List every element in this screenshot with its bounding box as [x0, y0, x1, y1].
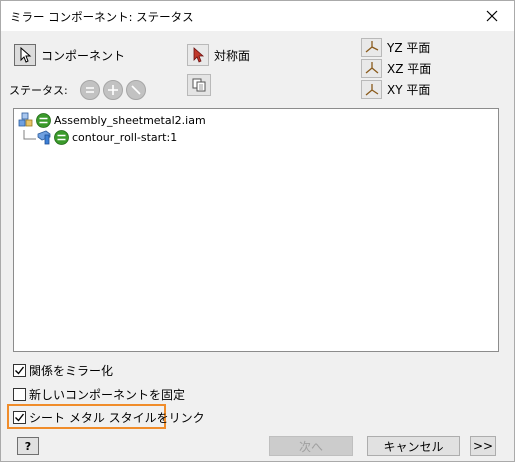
plane-yz-label: YZ 平面	[387, 41, 431, 55]
window-title: ミラー コンポーネント: ステータス	[10, 10, 194, 24]
mirror-status-icon	[86, 87, 94, 93]
option-label: シート メタル スタイルをリンク	[29, 411, 205, 425]
cursor-arrow-icon	[20, 47, 32, 63]
checkbox[interactable]	[13, 364, 26, 377]
reuse-status-icon	[108, 85, 118, 95]
status-label: ステータス:	[9, 84, 68, 97]
plane-xy-group: XY 平面	[361, 80, 430, 99]
plane-xy-label: XY 平面	[387, 83, 431, 97]
plane-yz-button[interactable]	[361, 38, 382, 57]
tree-root-label: Assembly_sheetmetal2.iam	[54, 113, 206, 127]
next-button-label: 次へ	[298, 439, 323, 454]
option-label: 新しいコンポーネントを固定	[29, 388, 186, 402]
close-button[interactable]	[470, 1, 514, 31]
mirror-status-icon	[36, 112, 51, 128]
checkbox[interactable]	[13, 411, 26, 424]
component-select-button[interactable]	[14, 44, 36, 66]
symmetry-plane-button[interactable]	[187, 44, 209, 66]
tree-child-row[interactable]: contour_roll-start:1	[22, 129, 177, 145]
assembly-icon	[18, 112, 33, 127]
plane-xy-button[interactable]	[361, 80, 382, 99]
component-select-group: コンポーネント	[14, 44, 125, 66]
status-reuse-button[interactable]	[103, 80, 123, 100]
help-button[interactable]: ?	[17, 437, 39, 455]
exclude-status-icon	[131, 85, 141, 95]
yz-plane-icon	[365, 41, 378, 53]
link-sheet-metal-style-option[interactable]: シート メタル スタイルをリンク	[13, 409, 205, 426]
mirror-status-icon	[54, 129, 69, 145]
tree-connector	[23, 130, 36, 140]
checkmark-icon	[15, 413, 25, 422]
cancel-button[interactable]: キャンセル	[367, 436, 460, 456]
copy-button[interactable]	[187, 74, 211, 96]
copy-icon	[192, 78, 206, 92]
plane-xz-label: XZ 平面	[387, 62, 432, 76]
tree-child-label: contour_roll-start:1	[72, 130, 178, 144]
help-icon: ?	[24, 439, 32, 453]
xy-plane-icon	[365, 84, 378, 96]
status-exclude-button[interactable]	[126, 80, 146, 100]
component-tree[interactable]: Assembly_sheetmetal2.iam contour_roll-st…	[13, 108, 499, 352]
cancel-button-label: キャンセル	[383, 439, 444, 454]
part-icon	[37, 130, 51, 145]
option-label: 関係をミラー化	[29, 364, 114, 378]
tree-root-row[interactable]: Assembly_sheetmetal2.iam	[18, 112, 206, 128]
checkbox[interactable]	[13, 388, 26, 401]
xz-plane-icon	[365, 62, 378, 74]
plane-xz-button[interactable]	[361, 59, 382, 78]
symmetry-plane-label: 対称面	[214, 48, 251, 63]
plane-yz-group: YZ 平面	[361, 38, 430, 57]
component-label: コンポーネント	[41, 48, 126, 63]
checkmark-icon	[15, 366, 25, 375]
symmetry-plane-group: 対称面	[187, 44, 250, 66]
plane-xz-group: XZ 平面	[361, 59, 431, 78]
status-mirror-button[interactable]	[80, 80, 100, 100]
more-button[interactable]: >>	[470, 436, 496, 456]
red-cursor-icon	[193, 47, 205, 63]
next-button[interactable]: 次へ	[269, 436, 353, 456]
title-bar: ミラー コンポーネント: ステータス	[1, 1, 514, 31]
more-button-label: >>	[472, 439, 494, 453]
close-icon	[486, 10, 498, 22]
mirror-relationships-option[interactable]: 関係をミラー化	[13, 362, 113, 379]
mirror-components-dialog: ミラー コンポーネント: ステータス コンポーネント 対称面 YZ 平面 XZ …	[0, 0, 515, 462]
ground-new-components-option[interactable]: 新しいコンポーネントを固定	[13, 386, 185, 403]
